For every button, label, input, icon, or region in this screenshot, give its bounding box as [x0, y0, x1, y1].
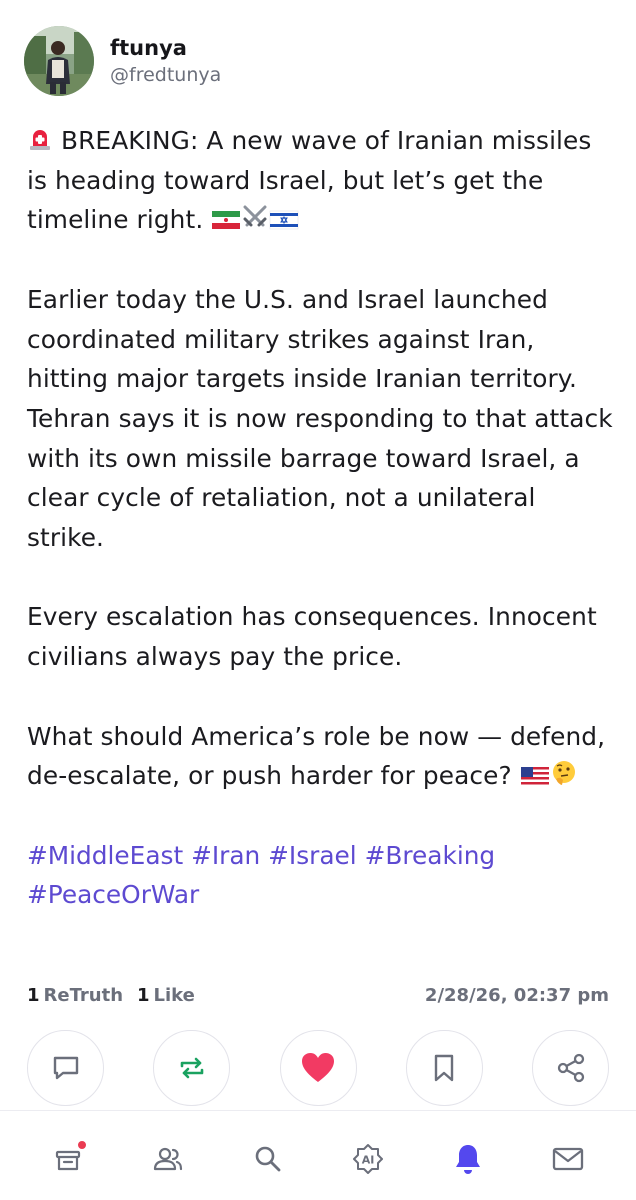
bookmark-icon	[435, 1054, 454, 1082]
us-flag-emoji-icon	[520, 765, 550, 787]
thinking-face-emoji-icon	[550, 759, 578, 787]
tab-notifications[interactable]	[438, 1129, 498, 1189]
tab-groups[interactable]	[138, 1129, 198, 1189]
hashtag-links[interactable]: #MiddleEast #Iran #Israel #Breaking #Pea…	[27, 836, 617, 915]
groups-icon	[153, 1147, 183, 1171]
reply-button[interactable]	[27, 1030, 104, 1106]
avatar[interactable]	[24, 26, 94, 96]
post-timestamp: 2/28/26, 02:37 pm	[424, 984, 609, 1006]
crossed-swords-emoji-icon	[241, 203, 269, 231]
reply-icon	[53, 1056, 78, 1080]
bottom-tab-bar: AI	[0, 1126, 636, 1192]
iran-flag-emoji-icon	[211, 209, 241, 231]
tab-messages[interactable]	[538, 1129, 598, 1189]
tab-home[interactable]	[38, 1129, 98, 1189]
post-paragraph: Every escalation has consequences. Innoc…	[27, 602, 597, 672]
like-button[interactable]	[279, 1030, 357, 1106]
like-heart-icon	[302, 1053, 334, 1082]
svg-text:AI: AI	[362, 1154, 375, 1167]
share-icon	[557, 1053, 584, 1083]
divider	[0, 1110, 636, 1111]
messages-icon	[552, 1147, 584, 1171]
post-body: BREAKING: A new wave of Iranian missiles…	[27, 121, 617, 915]
user-handle[interactable]: @fredtunya	[110, 62, 221, 88]
ai-icon: AI	[353, 1144, 383, 1174]
tab-search[interactable]	[238, 1129, 298, 1189]
retruth-button[interactable]	[153, 1030, 231, 1106]
paragraph-text: What should America’s role be now — defe…	[27, 721, 606, 791]
search-icon	[255, 1146, 281, 1172]
retruth-count[interactable]: 1 ReTruth	[27, 985, 123, 1006]
notifications-bell-icon	[456, 1145, 480, 1174]
post-paragraph: BREAKING: A new wave of Iranian missiles…	[27, 121, 617, 240]
post-paragraph: What should America’s role be now — defe…	[27, 717, 617, 796]
notification-badge	[76, 1139, 88, 1151]
israel-flag-emoji-icon	[269, 209, 299, 231]
post-actions	[27, 1030, 609, 1106]
paragraph-text: BREAKING: A new wave of Iranian missiles…	[27, 126, 592, 235]
post-header: ftunya @fredtunya	[24, 26, 614, 96]
retruth-icon	[180, 1057, 204, 1079]
share-button[interactable]	[532, 1030, 609, 1106]
bookmark-button[interactable]	[405, 1030, 483, 1106]
siren-emoji-icon	[27, 126, 53, 152]
post-paragraph: Earlier today the U.S. and Israel launch…	[27, 284, 613, 553]
like-count[interactable]: 1 Like	[137, 985, 195, 1006]
tab-ai[interactable]: AI	[338, 1129, 398, 1189]
display-name[interactable]: ftunya	[110, 34, 221, 62]
post-stats: 1 ReTruth 1 Like 2/28/26, 02:37 pm	[27, 982, 609, 1008]
